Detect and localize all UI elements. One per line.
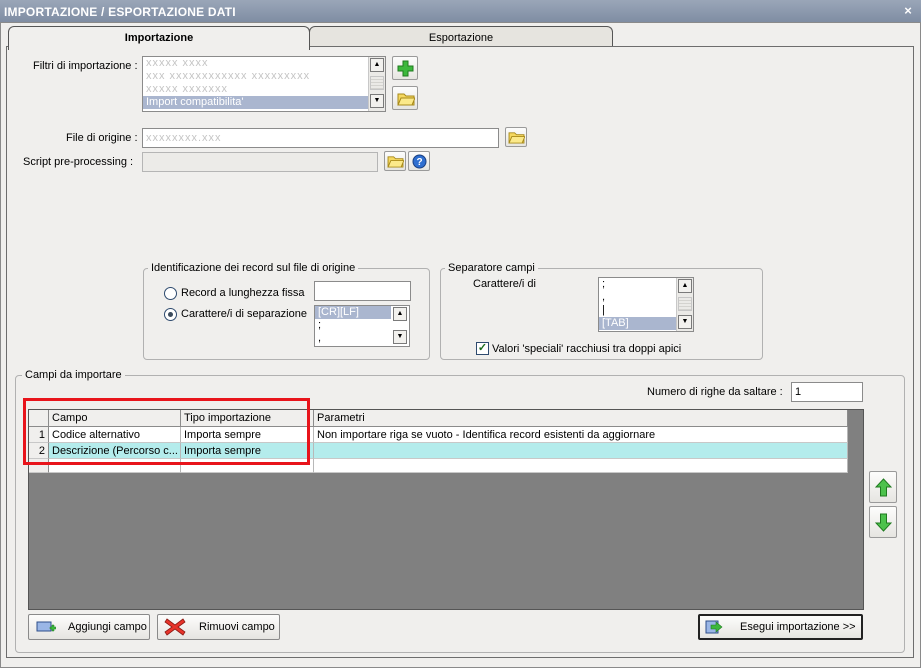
- window-title-bar: IMPORTAZIONE / ESPORTAZIONE DATI: [0, 0, 921, 22]
- cell-parametri[interactable]: [314, 459, 848, 473]
- fixed-length-label: Record a lunghezza fissa: [181, 287, 305, 299]
- open-filter-button[interactable]: [392, 86, 418, 110]
- browse-source-button[interactable]: [505, 127, 527, 147]
- scroll-down-icon[interactable]: ▼: [370, 94, 384, 108]
- column-header-parametri[interactable]: Parametri: [314, 410, 848, 427]
- record-identification-title: Identificazione dei record sul file di o…: [148, 262, 359, 274]
- highlight-box: [23, 398, 310, 465]
- scroll-thumb[interactable]: [678, 297, 692, 311]
- move-up-button[interactable]: [869, 471, 897, 503]
- list-item[interactable]: xxxxx xxxx: [143, 57, 385, 70]
- list-item-selected[interactable]: [TAB]: [599, 317, 676, 330]
- remove-icon: [164, 618, 186, 636]
- filters-listbox[interactable]: xxxxx xxxx xxx xxxxxxxxxxxx xxxxxxxxx xx…: [142, 56, 386, 112]
- filters-label: Filtri di importazione :: [33, 60, 138, 72]
- run-import-label: Esegui importazione >>: [740, 621, 856, 633]
- skip-rows-input[interactable]: 1: [791, 382, 863, 402]
- field-separator-label: Carattere/i di: [473, 278, 536, 290]
- scroll-thumb[interactable]: [370, 76, 384, 90]
- filters-scrollbar[interactable]: ▲ ▼: [368, 57, 385, 111]
- tab-label: Esportazione: [428, 32, 494, 44]
- import-icon: [705, 620, 723, 634]
- list-item-selected[interactable]: Import compatibilita': [143, 96, 385, 109]
- fields-group-title: Campi da importare: [22, 369, 125, 381]
- add-field-icon: [36, 621, 56, 632]
- tab-importazione[interactable]: Importazione: [8, 26, 310, 50]
- skip-rows-label: Numero di righe da saltare :: [647, 386, 783, 398]
- field-separator-scrollbar[interactable]: ▲ ▼: [676, 278, 693, 331]
- source-file-value: xxxxxxxx.xxx: [146, 132, 222, 144]
- fixed-length-input[interactable]: [314, 281, 411, 301]
- run-import-button[interactable]: Esegui importazione >>: [698, 614, 863, 640]
- cell-parametri[interactable]: [314, 443, 848, 459]
- window-title: IMPORTAZIONE / ESPORTAZIONE DATI: [4, 5, 236, 19]
- script-input[interactable]: [142, 152, 378, 172]
- add-field-label: Aggiungi campo: [68, 621, 147, 633]
- folder-icon: [508, 132, 525, 144]
- arrow-up-icon: [875, 478, 892, 497]
- source-file-label: File di origine :: [66, 132, 138, 144]
- fixed-length-radio[interactable]: [164, 287, 177, 300]
- scroll-up-icon[interactable]: ▲: [678, 279, 692, 293]
- move-down-button[interactable]: [869, 506, 897, 538]
- field-separator-title: Separatore campi: [445, 262, 538, 274]
- cell-parametri[interactable]: Non importare riga se vuoto - Identifica…: [314, 427, 848, 443]
- remove-field-label: Rimuovi campo: [199, 621, 275, 633]
- close-icon[interactable]: ×: [901, 4, 915, 18]
- scroll-up-icon[interactable]: ▲: [370, 58, 384, 72]
- separator-radio[interactable]: [164, 308, 177, 321]
- add-filter-button[interactable]: [392, 56, 418, 80]
- browse-script-button[interactable]: [384, 151, 406, 171]
- folder-icon: [387, 156, 404, 168]
- plus-icon: [397, 60, 414, 77]
- remove-field-button[interactable]: Rimuovi campo: [157, 614, 280, 640]
- tab-esportazione[interactable]: Esportazione: [309, 26, 613, 48]
- source-file-input[interactable]: xxxxxxxx.xxx: [142, 128, 499, 148]
- special-values-label: Valori 'speciali' racchiusi tra doppi ap…: [492, 343, 682, 355]
- script-label: Script pre-processing :: [23, 156, 134, 168]
- scroll-down-icon[interactable]: ▼: [678, 315, 692, 329]
- help-button[interactable]: ?: [408, 151, 430, 171]
- add-field-button[interactable]: Aggiungi campo: [28, 614, 150, 640]
- list-item[interactable]: xxxxx xxxxxxx: [143, 83, 385, 96]
- list-item-selected[interactable]: [CR][LF]: [315, 306, 391, 319]
- svg-text:?: ?: [416, 157, 422, 168]
- special-values-checkbox[interactable]: ✓: [476, 342, 489, 355]
- scroll-up-icon[interactable]: ▲: [393, 307, 407, 321]
- scroll-down-icon[interactable]: ▼: [393, 330, 407, 344]
- list-item[interactable]: xxx xxxxxxxxxxxx xxxxxxxxx: [143, 70, 385, 83]
- tab-label: Importazione: [124, 32, 194, 44]
- arrow-down-icon: [875, 513, 892, 532]
- help-icon: ?: [412, 154, 427, 169]
- separator-label: Carattere/i di separazione: [181, 308, 307, 320]
- folder-icon: [397, 93, 415, 106]
